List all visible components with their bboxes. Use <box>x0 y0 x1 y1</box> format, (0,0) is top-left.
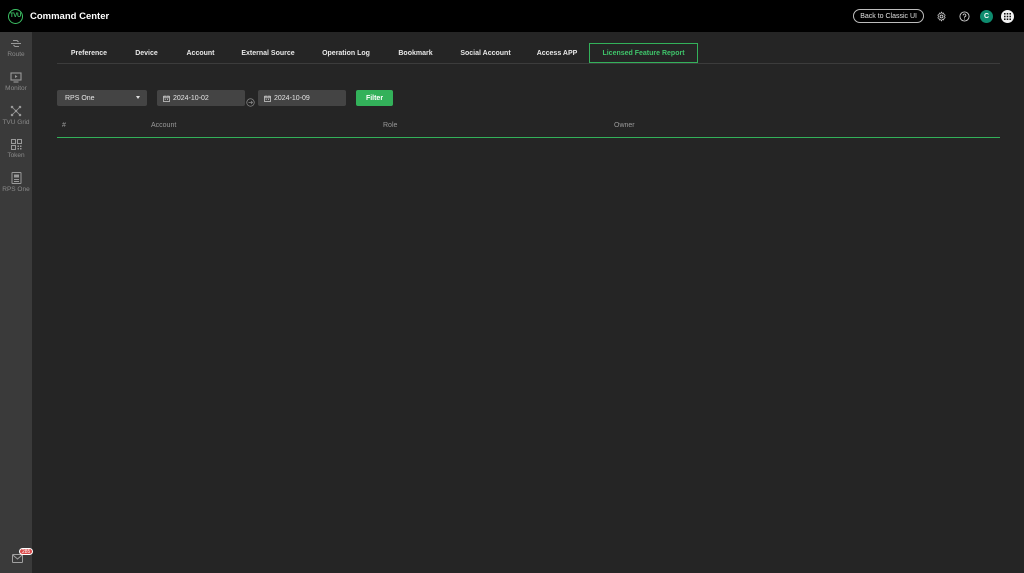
tab-operation-log[interactable]: Operation Log <box>307 43 385 63</box>
sidebar-item-rps-one[interactable]: RPS One <box>0 172 32 202</box>
brand[interactable]: TVU Command Center <box>8 8 110 24</box>
column-header-index: # <box>62 122 66 129</box>
product-select-value: RPS One <box>65 94 95 102</box>
end-date-picker[interactable]: 2024-10-09 <box>258 90 346 106</box>
date-range-separator-icon <box>246 94 255 107</box>
sidebar-item-label: Token <box>7 152 25 159</box>
monitor-icon <box>10 72 22 83</box>
sidebar-item-label: Monitor <box>5 85 27 92</box>
rps-one-icon <box>11 172 21 184</box>
gear-icon[interactable] <box>931 6 951 26</box>
route-icon <box>11 39 21 48</box>
back-to-classic-button[interactable]: Back to Classic UI <box>853 9 924 23</box>
sidebar-item-label: RPS One <box>2 186 30 193</box>
column-header-account[interactable]: Account <box>151 122 176 129</box>
tab-device[interactable]: Device <box>121 43 172 63</box>
tab-preference[interactable]: Preference <box>57 43 121 63</box>
sidebar-item-token[interactable]: Token <box>0 139 32 169</box>
start-date-picker[interactable]: 2024-10-02 <box>157 90 245 106</box>
settings-tabs: Preference Device Account External Source Op… <box>57 43 1000 64</box>
tab-bookmark[interactable]: Bookmark <box>385 43 446 63</box>
calendar-icon <box>163 95 170 102</box>
user-avatar[interactable]: C <box>980 9 993 23</box>
sidebar-item-label: Route <box>7 51 25 58</box>
sidebar-item-label: TVU Grid <box>2 119 30 126</box>
product-select[interactable]: RPS One <box>57 90 147 106</box>
sidebar-item-route[interactable]: Route <box>0 38 32 68</box>
end-date-value: 2024-10-09 <box>274 94 310 102</box>
table-header: # Account Role Owner <box>57 116 1000 138</box>
tab-licensed-feature-report[interactable]: Licensed Feature Report <box>589 43 698 63</box>
sidebar: Route Monitor TVU Grid Token RPS One <box>0 32 32 573</box>
app-title: Command Center <box>30 10 110 22</box>
tab-account[interactable]: Account <box>172 43 229 63</box>
notification-badge: 285 <box>19 548 34 555</box>
column-header-role[interactable]: Role <box>383 122 397 129</box>
tab-external-source[interactable]: External Source <box>229 43 307 63</box>
qr-token-icon <box>10 139 22 150</box>
app-root: TVU Command Center Back to Classic UI C <box>0 0 1024 573</box>
calendar-icon <box>264 95 271 102</box>
filter-button[interactable]: Filter <box>356 90 393 106</box>
top-bar: TVU Command Center Back to Classic UI C <box>0 0 1024 32</box>
sidebar-item-monitor[interactable]: Monitor <box>0 72 32 102</box>
tab-access-app[interactable]: Access APP <box>525 43 589 63</box>
sidebar-item-tvu-grid[interactable]: TVU Grid <box>0 105 32 135</box>
help-icon[interactable] <box>954 6 974 26</box>
apps-grid-icon[interactable] <box>1001 9 1014 23</box>
grid-network-icon <box>10 105 22 117</box>
column-header-owner[interactable]: Owner <box>614 122 635 129</box>
top-right-controls: Back to Classic UI C <box>853 0 1014 32</box>
start-date-value: 2024-10-02 <box>173 94 209 102</box>
tab-social-account[interactable]: Social Account <box>446 43 525 63</box>
tvu-logo-icon: TVU <box>8 8 23 24</box>
chevron-down-icon <box>136 96 140 99</box>
